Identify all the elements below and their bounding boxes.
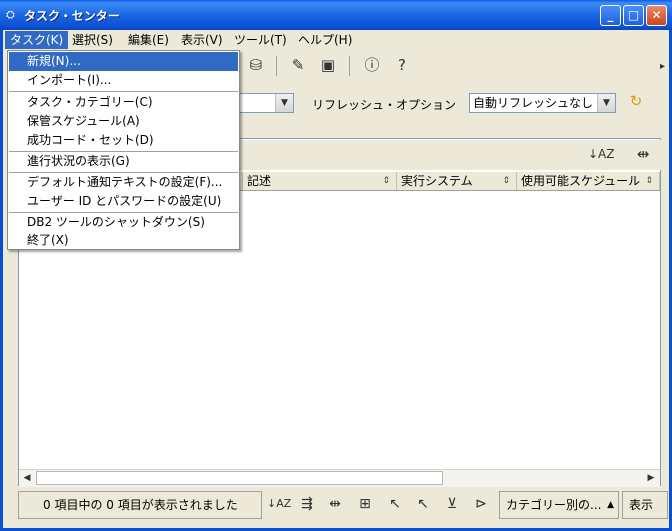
close-button[interactable]: ✕ <box>646 5 667 26</box>
menu-task[interactable]: タスク(K) <box>5 31 69 49</box>
refresh-icon[interactable]: ↻ <box>625 90 647 112</box>
window-title: タスク・センター <box>24 9 120 23</box>
minimize-button[interactable]: _ <box>600 5 621 26</box>
menu-user-password[interactable]: ユーザー ID とパスワードの設定(U) <box>9 192 238 211</box>
menu-default-notification[interactable]: デフォルト通知テキストの設定(F)... <box>9 173 238 192</box>
column-header-description[interactable]: 記述 ⇕ <box>243 172 397 190</box>
menu-new[interactable]: 新規(N)... <box>9 52 238 71</box>
menu-tools[interactable]: ツール(T) <box>229 31 292 49</box>
help-icon[interactable]: ? <box>391 54 413 76</box>
console-icon[interactable]: ▣ <box>317 54 339 76</box>
task-menu-dropdown: 新規(N)... インポート(I)... タスク・カテゴリー(C) 保管スケジュ… <box>7 50 240 250</box>
refresh-option-label: リフレッシュ・オプション <box>312 98 457 112</box>
menu-success-codes[interactable]: 成功コード・セット(D) <box>9 131 238 150</box>
find-icon[interactable]: ⊞ <box>354 493 376 515</box>
menu-db2-shutdown[interactable]: DB2 ツールのシャットダウン(S) <box>9 213 238 232</box>
maximize-button[interactable]: □ <box>623 5 644 26</box>
status-bar: 0 項目中の 0 項目が表示されました ↓AZ ⇶ ⇹ ⊞ ↖ ↖ ⊻ ⊳ カテ… <box>3 487 669 527</box>
toolbar-separator <box>276 56 277 76</box>
chevron-down-icon[interactable]: ▼ <box>597 94 615 112</box>
database-icon[interactable]: ⛁ <box>245 54 267 76</box>
sort-az-icon[interactable]: ↓AZ <box>267 493 291 515</box>
menu-view[interactable]: 表示(V) <box>176 31 228 49</box>
select-add-icon[interactable]: ↖ <box>384 493 406 515</box>
filter-combo[interactable]: ▼ <box>238 93 294 113</box>
collapse-icon[interactable]: ⊳ <box>470 493 492 515</box>
sort-icon: ⇕ <box>645 176 653 186</box>
scroll-left-icon[interactable]: ◀ <box>19 470 35 486</box>
menu-edit[interactable]: 編集(E) <box>123 31 174 49</box>
menu-keep-schedule[interactable]: 保管スケジュール(A) <box>9 112 238 131</box>
sort-az-icon[interactable]: ↓AZ <box>588 143 614 165</box>
menu-help[interactable]: ヘルプ(H) <box>293 31 357 49</box>
menu-bar: タスク(K) 選択(S) 編集(E) 表示(V) ツール(T) ヘルプ(H) <box>3 30 669 50</box>
task-list-icon[interactable]: ✎ <box>287 54 309 76</box>
item-count-status: 0 項目中の 0 項目が表示されました <box>18 491 262 519</box>
menu-task-category[interactable]: タスク・カテゴリー(C) <box>9 93 238 112</box>
refresh-option-combo[interactable]: 自動リフレッシュなし ▼ <box>469 93 616 113</box>
chevron-up-icon: ▲ <box>607 500 614 510</box>
menu-exit[interactable]: 終了(X) <box>9 231 238 250</box>
category-button[interactable]: カテゴリー別の... ▲ <box>499 491 619 519</box>
column-resize-icon[interactable]: ⇹ <box>324 493 346 515</box>
select-remove-icon[interactable]: ↖ <box>412 493 434 515</box>
view-button[interactable]: 表示 <box>622 491 668 519</box>
title-bar[interactable]: ⛭ タスク・センター _ □ ✕ <box>0 0 672 30</box>
toolbar-separator <box>349 56 350 76</box>
scrollbar-thumb[interactable] <box>36 471 443 485</box>
menu-show-progress[interactable]: 進行状況の表示(G) <box>9 152 238 171</box>
expand-icon[interactable]: ⊻ <box>441 493 463 515</box>
sort-icon: ⇕ <box>502 176 510 186</box>
menu-import[interactable]: インポート(I)... <box>9 71 238 90</box>
menu-select[interactable]: 選択(S) <box>67 31 118 49</box>
info-icon[interactable]: ⓘ <box>361 54 383 76</box>
column-header-run-system[interactable]: 実行システム ⇕ <box>397 172 517 190</box>
filter-icon[interactable]: ⇶ <box>296 493 318 515</box>
menu-separator <box>9 91 238 92</box>
horizontal-scrollbar[interactable]: ◀ ▶ <box>19 469 660 487</box>
scroll-right-icon[interactable]: ▶ <box>643 470 659 486</box>
chevron-down-icon[interactable]: ▼ <box>275 94 293 112</box>
main-window: ⛭ タスク・センター _ □ ✕ タスク(K) 選択(S) 編集(E) 表示(V… <box>0 0 672 531</box>
chevron-right-icon[interactable]: ▸ <box>660 61 665 72</box>
sort-icon: ⇕ <box>382 176 390 186</box>
column-header-schedule[interactable]: 使用可能スケジュール ⇕ <box>517 172 660 190</box>
column-resize-icon[interactable]: ⇹ <box>632 143 654 165</box>
app-icon: ⛭ <box>6 8 15 21</box>
